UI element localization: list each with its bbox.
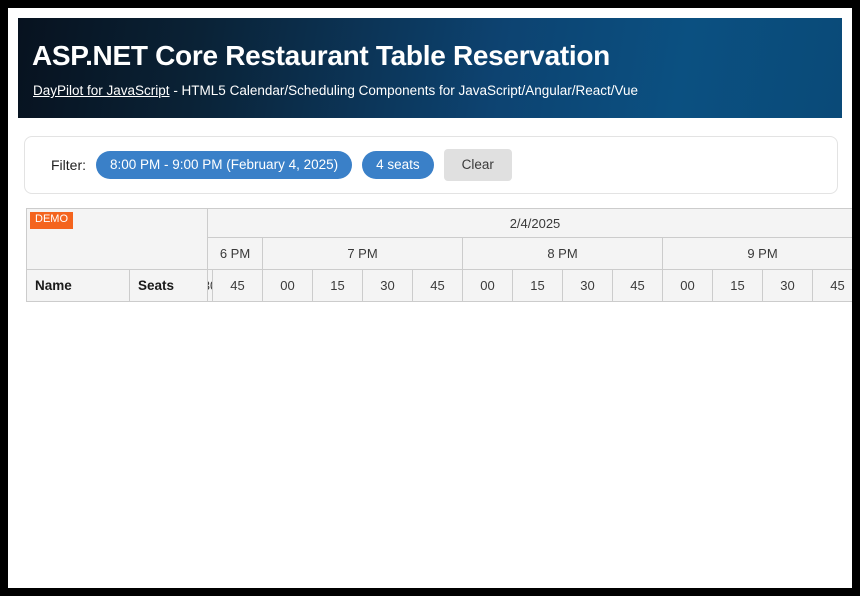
app-header-banner: ASP.NET Core Restaurant Table Reservatio… (18, 18, 842, 118)
column-header-seats[interactable]: Seats (130, 270, 208, 302)
timeline-date-cell: 2/4/2025 (208, 208, 852, 238)
scheduler[interactable]: DEMO Name Seats 2/4/2025 6 PM7 PM8 PM9 P… (26, 208, 852, 588)
clear-filter-button[interactable]: Clear (444, 149, 512, 181)
timeline-hour-cell: 7 PM (263, 238, 463, 270)
timeline-minute-cell: 00 (263, 270, 313, 302)
header-subtitle: DayPilot for JavaScript - HTML5 Calendar… (33, 83, 638, 98)
timeline-minute-cell: 00 (463, 270, 513, 302)
timeline-hour-cell: 6 PM (208, 238, 263, 270)
filter-bar: Filter: 8:00 PM - 9:00 PM (February 4, 2… (24, 136, 838, 194)
filter-time-pill[interactable]: 8:00 PM - 9:00 PM (February 4, 2025) (96, 151, 352, 179)
timeline-minute-cell: 00 (663, 270, 713, 302)
timeline-minute-cell: 30 (763, 270, 813, 302)
page-title: ASP.NET Core Restaurant Table Reservatio… (32, 40, 610, 72)
timeline-minute-cell: 45 (813, 270, 852, 302)
timeline-minute-cell: 45 (613, 270, 663, 302)
timeline-minute-cell: 15 (313, 270, 363, 302)
timeline-minute-cell: 30 (363, 270, 413, 302)
filter-label: Filter: (51, 157, 86, 173)
timeline-minute-cell: 15 (713, 270, 763, 302)
header-subtitle-rest: - HTML5 Calendar/Scheduling Components f… (170, 83, 639, 98)
timeline-hour-cell: 8 PM (463, 238, 663, 270)
timeline-hour-cell: 9 PM (663, 238, 852, 270)
demo-badge: DEMO (30, 212, 73, 229)
timeline-minute-cell: 30 (563, 270, 613, 302)
column-header-name[interactable]: Name (26, 270, 130, 302)
timeline-minute-cell: 15 (513, 270, 563, 302)
timeline-minute-cell: 45 (413, 270, 463, 302)
scheduler-corner: DEMO (26, 208, 208, 270)
page-root: ASP.NET Core Restaurant Table Reservatio… (8, 8, 852, 588)
filter-seats-pill[interactable]: 4 seats (362, 151, 434, 179)
timeline-header: 2/4/2025 6 PM7 PM8 PM9 PM 30450015304500… (208, 208, 852, 302)
daypilot-link[interactable]: DayPilot for JavaScript (33, 83, 170, 98)
timeline-minute-cell: 45 (213, 270, 263, 302)
